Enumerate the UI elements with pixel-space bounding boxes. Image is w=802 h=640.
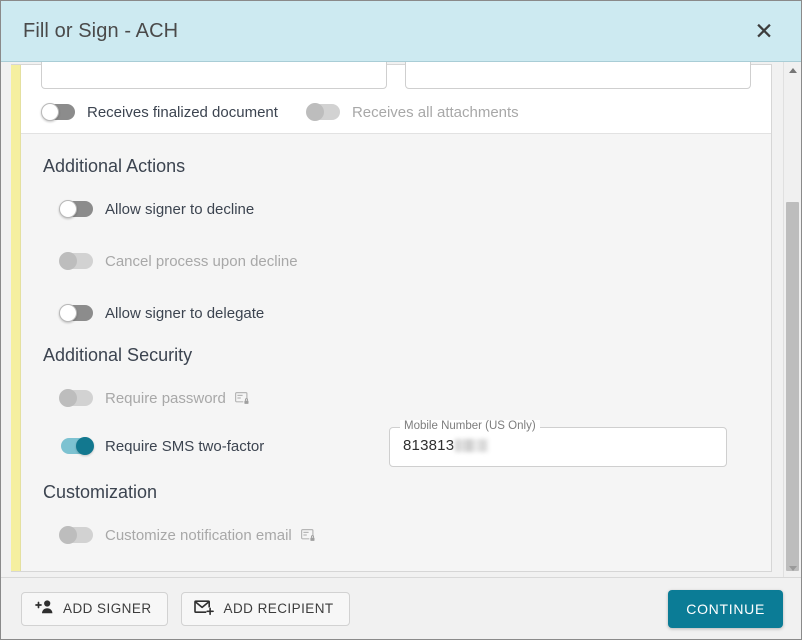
footer-actions: ADD SIGNER ADD RECIPIENT bbox=[21, 591, 350, 626]
continue-button[interactable]: CONTINUE bbox=[668, 589, 783, 628]
recipient-email-field[interactable] bbox=[405, 62, 751, 89]
option-label: Customize notification email bbox=[105, 526, 292, 544]
dialog-footer: ADD SIGNER ADD RECIPIENT CONTINUE bbox=[1, 577, 801, 639]
vertical-scrollbar[interactable] bbox=[783, 62, 801, 577]
section-heading-additional-security: Additional Security bbox=[43, 345, 193, 365]
toggle-switch-icon bbox=[59, 437, 95, 455]
toggle-switch-icon bbox=[59, 200, 95, 218]
mobile-number-field[interactable]: Mobile Number (US Only) 813813 bbox=[389, 420, 727, 467]
toggle-receives-all-attachments: Receives all attachments bbox=[305, 103, 519, 121]
mobile-number-value-wrap: 813813 bbox=[403, 437, 489, 454]
dialog-body: Receives finalized document Receives all… bbox=[1, 62, 801, 577]
option-label: Allow signer to delegate bbox=[105, 304, 265, 322]
caret-down-icon bbox=[788, 566, 797, 571]
scroll-up-button[interactable] bbox=[784, 62, 801, 79]
section-heading-additional-actions: Additional Actions bbox=[43, 156, 186, 176]
add-person-icon bbox=[34, 599, 54, 618]
scroll-content: Receives finalized document Receives all… bbox=[1, 62, 784, 577]
option-row-cancel-process-upon-decline: Cancel process upon decline bbox=[41, 235, 751, 287]
fill-or-sign-dialog: Fill or Sign - ACH ✕ Receives finalized … bbox=[0, 0, 802, 640]
option-label: Allow signer to decline bbox=[105, 200, 255, 218]
toggle-switch-icon bbox=[59, 526, 95, 544]
card-lock-icon bbox=[234, 391, 250, 405]
recipient-card: Receives finalized document Receives all… bbox=[11, 62, 772, 572]
add-signer-button[interactable]: ADD SIGNER bbox=[21, 591, 168, 626]
recipient-card-inner: Receives finalized document Receives all… bbox=[21, 62, 771, 571]
option-label: Require SMS two-factor bbox=[105, 437, 265, 455]
recipient-accent-bar bbox=[11, 65, 21, 571]
recipient-toggle-row: Receives finalized document Receives all… bbox=[41, 103, 751, 121]
toggle-switch-icon bbox=[59, 252, 95, 270]
toggle-label: Receives all attachments bbox=[351, 103, 519, 121]
add-signer-label: ADD SIGNER bbox=[63, 601, 152, 616]
option-row-require-sms-two-factor: Require SMS two-factor Mobile Number (US… bbox=[41, 420, 751, 476]
option-row-customize-notification-email: Customize notification email bbox=[41, 509, 751, 561]
caret-up-icon bbox=[788, 68, 797, 73]
scroll-down-button[interactable] bbox=[784, 560, 801, 577]
add-envelope-icon bbox=[193, 599, 215, 619]
toggle-label: Receives finalized document bbox=[87, 103, 278, 121]
dialog-title: Fill or Sign - ACH bbox=[23, 19, 179, 42]
toggle-switch-icon bbox=[305, 103, 342, 121]
option-row-allow-signer-to-delegate[interactable]: Allow signer to delegate bbox=[41, 287, 751, 339]
settings-sections: Additional Actions Allow signer to decli… bbox=[21, 134, 771, 571]
toggle-switch-icon bbox=[59, 389, 95, 407]
scroll-thumb[interactable] bbox=[786, 202, 799, 571]
option-row-require-password: Require password bbox=[41, 372, 751, 424]
recipient-name-field[interactable] bbox=[41, 62, 387, 89]
close-icon[interactable]: ✕ bbox=[747, 14, 781, 48]
add-recipient-button[interactable]: ADD RECIPIENT bbox=[180, 591, 350, 626]
section-heading-customization: Customization bbox=[43, 482, 158, 502]
redacted-number-mask bbox=[455, 439, 489, 452]
toggle-receives-finalized-document[interactable]: Receives finalized document bbox=[41, 103, 306, 121]
option-label: Cancel process upon decline bbox=[105, 252, 298, 270]
option-row-allow-signer-to-decline[interactable]: Allow signer to decline bbox=[41, 183, 751, 235]
mobile-number-label: Mobile Number (US Only) bbox=[400, 420, 540, 433]
card-lock-icon bbox=[300, 528, 316, 542]
option-label: Require password bbox=[105, 389, 226, 407]
recipient-input-row bbox=[41, 62, 751, 89]
add-recipient-label: ADD RECIPIENT bbox=[223, 601, 334, 616]
recipient-top-block: Receives finalized document Receives all… bbox=[21, 62, 771, 134]
sms-toggle-group[interactable]: Require SMS two-factor bbox=[59, 424, 389, 468]
toggle-switch-icon bbox=[41, 103, 77, 121]
mobile-number-value: 813813 bbox=[403, 437, 455, 454]
dialog-titlebar: Fill or Sign - ACH ✕ bbox=[1, 1, 801, 62]
toggle-switch-icon bbox=[59, 304, 95, 322]
